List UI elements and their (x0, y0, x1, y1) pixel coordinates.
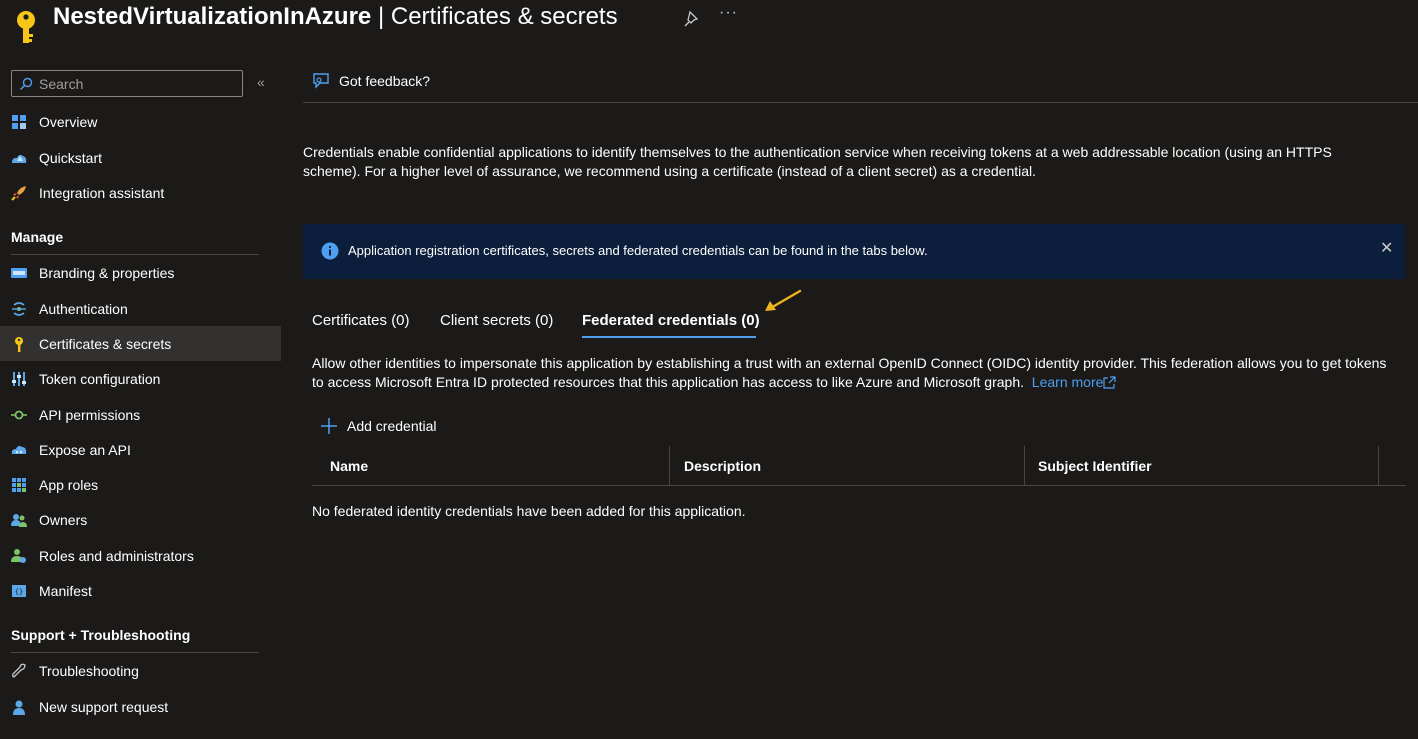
quickstart-icon (12, 154, 27, 163)
api-permissions-icon (11, 410, 27, 419)
sidebar-item-owners[interactable]: Owners (0, 502, 281, 537)
cloud-api-icon (11, 445, 27, 454)
tab-certificates[interactable]: Certificates (0) (312, 312, 410, 329)
sidebar-item-new-support-request[interactable]: New support request (0, 689, 281, 724)
close-icon[interactable]: ✕ (1380, 238, 1393, 258)
feedback-label: Got feedback? (339, 73, 431, 89)
page-name: Certificates & secrets (390, 3, 618, 30)
owners-icon (11, 513, 27, 527)
learn-more-link[interactable]: Learn more (1032, 374, 1117, 390)
sidebar-item-manifest[interactable]: {} Manifest (0, 573, 281, 608)
search-placeholder: Search (39, 75, 84, 92)
add-credential-button[interactable]: Add credential (320, 417, 437, 435)
annotation-arrow-icon (765, 289, 802, 311)
federated-description: Allow other identities to impersonate th… (312, 354, 1392, 392)
sidebar: Search « Overview Quickstart Integration… (0, 60, 281, 739)
sidebar-item-label: Certificates & secrets (39, 335, 172, 352)
sidebar-item-label: App roles (39, 476, 99, 493)
support-person-icon (13, 700, 25, 715)
section-support-troubleshooting: Support + Troubleshooting (11, 627, 191, 643)
wrench-icon (12, 663, 26, 678)
sidebar-item-troubleshooting[interactable]: Troubleshooting (0, 653, 281, 688)
sidebar-item-integration-assistant[interactable]: Integration assistant (0, 175, 281, 210)
title-separator: | (377, 3, 385, 30)
feedback-button[interactable]: Got feedback? (312, 72, 430, 90)
plus-icon (321, 418, 337, 434)
sidebar-item-quickstart[interactable]: Quickstart (0, 140, 281, 175)
pin-icon[interactable] (683, 10, 701, 28)
tab-federated-credentials[interactable]: Federated credentials (0) (582, 312, 760, 329)
page-title: NestedVirtualizationInAzure | Certificat… (53, 3, 618, 31)
sidebar-item-label: Quickstart (39, 149, 103, 166)
sidebar-item-token-configuration[interactable]: Token configuration (0, 361, 281, 396)
external-link-icon (1103, 376, 1116, 389)
app-name: NestedVirtualizationInAzure (53, 3, 372, 30)
svg-text:{}: {} (15, 588, 23, 596)
feedback-icon (313, 73, 329, 89)
sidebar-item-api-permissions[interactable]: API permissions (0, 397, 281, 432)
column-header-subject-identifier[interactable]: Subject Identifier (1020, 446, 1375, 486)
more-options-button[interactable]: ··· (719, 4, 738, 22)
sidebar-item-label: Overview (39, 113, 98, 130)
empty-table-message: No federated identity credentials have b… (312, 503, 746, 519)
key-icon (17, 11, 35, 43)
federated-credentials-table: Name Description Subject Identifier No f… (312, 446, 1406, 519)
token-config-icon (12, 371, 26, 386)
banner-text: Application registration certificates, s… (348, 243, 928, 258)
federated-description-text: Allow other identities to impersonate th… (312, 355, 1387, 390)
sidebar-item-label: Authentication (39, 300, 128, 317)
sidebar-item-roles-administrators[interactable]: Roles and administrators (0, 538, 281, 573)
column-divider (1378, 446, 1379, 486)
rocket-icon (11, 185, 26, 201)
sidebar-item-overview[interactable]: Overview (0, 104, 281, 139)
sidebar-item-label: Roles and administrators (39, 547, 194, 564)
manifest-icon: {} (12, 584, 26, 597)
info-icon (321, 242, 339, 260)
sidebar-item-authentication[interactable]: Authentication (0, 291, 281, 326)
active-tab-indicator (582, 336, 756, 338)
branding-icon (11, 267, 27, 278)
sidebar-item-label: Branding & properties (39, 264, 175, 281)
key-icon (15, 336, 23, 352)
toolbar-divider (303, 102, 1418, 103)
sidebar-item-label: Expose an API (39, 441, 131, 458)
overview-icon (12, 114, 26, 129)
sidebar-item-certificates-secrets[interactable]: Certificates & secrets (0, 326, 281, 361)
sidebar-item-label: Owners (39, 511, 88, 528)
sidebar-item-label: API permissions (39, 406, 141, 423)
sidebar-item-expose-api[interactable]: Expose an API (0, 432, 281, 467)
add-credential-label: Add credential (347, 418, 437, 434)
app-roles-icon (12, 477, 26, 492)
roles-admin-icon (11, 548, 26, 563)
search-icon (20, 77, 33, 90)
sidebar-item-label: Troubleshooting (39, 662, 139, 679)
column-header-description[interactable]: Description (666, 446, 1021, 486)
collapse-sidebar-button[interactable]: « (257, 74, 265, 90)
column-header-name[interactable]: Name (312, 446, 669, 486)
sidebar-item-label: Integration assistant (39, 184, 165, 201)
sidebar-item-branding[interactable]: Branding & properties (0, 255, 281, 290)
learn-more-label: Learn more (1031, 374, 1104, 390)
sidebar-item-app-roles[interactable]: App roles (0, 467, 281, 502)
tab-client-secrets[interactable]: Client secrets (0) (440, 312, 553, 329)
info-banner: Application registration certificates, s… (303, 224, 1405, 279)
authentication-icon (12, 301, 26, 316)
blade-header: NestedVirtualizationInAzure | Certificat… (0, 0, 1418, 44)
intro-text: Credentials enable confidential applicat… (303, 144, 1332, 179)
sidebar-item-label: Manifest (39, 582, 92, 599)
sidebar-item-label: Token configuration (39, 370, 161, 387)
search-input[interactable]: Search (11, 70, 243, 97)
sidebar-item-label: New support request (39, 698, 169, 715)
table-header: Name Description Subject Identifier (312, 446, 1406, 486)
section-manage: Manage (11, 229, 64, 245)
